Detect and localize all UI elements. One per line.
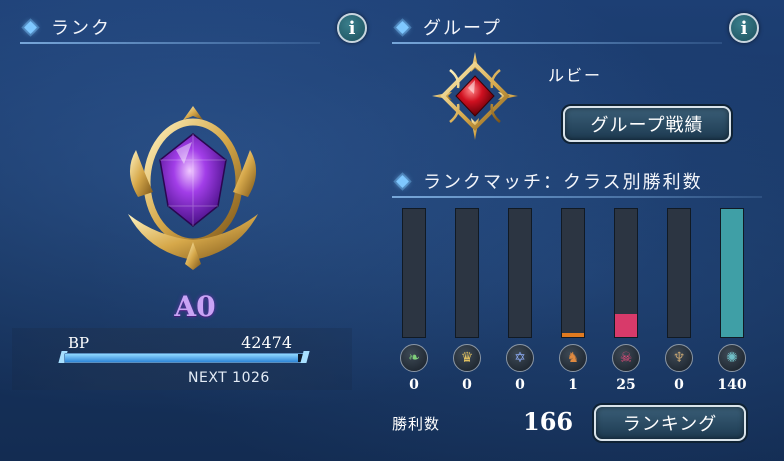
dragoncraft-dragon-icon[interactable]: ♞ bbox=[559, 344, 587, 372]
rank-info-button[interactable]: i bbox=[337, 13, 367, 43]
swordcraft-crown-icon[interactable]: ♛ bbox=[453, 344, 481, 372]
bp-progress-fill bbox=[65, 354, 298, 362]
bloodcraft-bat-wings-icon[interactable]: ♆ bbox=[665, 344, 693, 372]
total-wins-value: 166 bbox=[523, 407, 574, 436]
class-wins-count-3: 1 bbox=[568, 377, 578, 393]
class-wins-bar-chart bbox=[402, 208, 772, 338]
ranking-button[interactable]: ランキング bbox=[594, 405, 746, 441]
class-bar-fill-3 bbox=[562, 333, 584, 337]
rank-panel: ランク i A0 BP 42474 NEXT 1026 bbox=[0, 0, 380, 461]
forestcraft-leaf-icon[interactable]: ❧ bbox=[400, 344, 428, 372]
class-wins-count-6: 140 bbox=[717, 377, 747, 393]
rank-match-section-header: ランクマッチ：クラス別勝利数 bbox=[392, 168, 762, 198]
class-wins-count-0: 0 bbox=[409, 377, 419, 393]
diamond-bullet-icon bbox=[396, 174, 409, 188]
next-bp-label: NEXT 1026 bbox=[188, 370, 270, 386]
bp-progress-bar bbox=[64, 353, 306, 363]
group-section-header: グループ bbox=[392, 14, 722, 44]
class-bar-0 bbox=[402, 208, 426, 338]
diamond-bullet-icon bbox=[24, 20, 37, 34]
group-record-button[interactable]: グループ戦績 bbox=[563, 106, 731, 142]
class-bar-2 bbox=[508, 208, 532, 338]
class-bar-1 bbox=[455, 208, 479, 338]
group-info-button[interactable]: i bbox=[729, 13, 759, 43]
class-bar-4 bbox=[614, 208, 638, 338]
rank-name: A0 bbox=[174, 290, 216, 323]
header-divider bbox=[392, 196, 762, 198]
header-divider bbox=[392, 42, 722, 44]
bp-label: BP bbox=[68, 334, 90, 352]
class-bar-3 bbox=[561, 208, 585, 338]
class-wins-count-4: 25 bbox=[616, 377, 636, 393]
group-panel: グループ i ルビー グループ戦績 ランクマッチ：クラス別勝利数 ❧ ♛ ✡ ♞… bbox=[380, 0, 784, 461]
rank-match-header-title: ランクマッチ：クラス別勝利数 bbox=[423, 172, 703, 193]
runecraft-magic-circle-icon[interactable]: ✡ bbox=[506, 344, 534, 372]
rank-emblem-icon bbox=[128, 106, 258, 270]
class-bar-fill-4 bbox=[615, 313, 637, 337]
shadowcraft-skull-icon[interactable]: ☠ bbox=[612, 344, 640, 372]
class-wins-count-1: 0 bbox=[462, 377, 472, 393]
class-bar-5 bbox=[667, 208, 691, 338]
diamond-bullet-icon bbox=[396, 20, 409, 34]
ruby-group-emblem-icon bbox=[432, 52, 518, 140]
class-bar-fill-6 bbox=[721, 209, 743, 337]
group-header-title: グループ bbox=[423, 18, 502, 39]
header-divider bbox=[20, 42, 320, 44]
bp-value: 42474 bbox=[241, 333, 292, 352]
total-wins-label: 勝利数 bbox=[392, 415, 441, 433]
rank-section-header: ランク bbox=[20, 14, 320, 44]
class-bar-6 bbox=[720, 208, 744, 338]
class-wins-count-2: 0 bbox=[515, 377, 525, 393]
havencraft-swirl-icon[interactable]: ✺ bbox=[718, 344, 746, 372]
rank-header-title: ランク bbox=[51, 18, 111, 39]
group-name: ルビー bbox=[548, 66, 603, 85]
class-wins-count-5: 0 bbox=[674, 377, 684, 393]
bp-panel: BP 42474 NEXT 1026 bbox=[12, 328, 352, 390]
